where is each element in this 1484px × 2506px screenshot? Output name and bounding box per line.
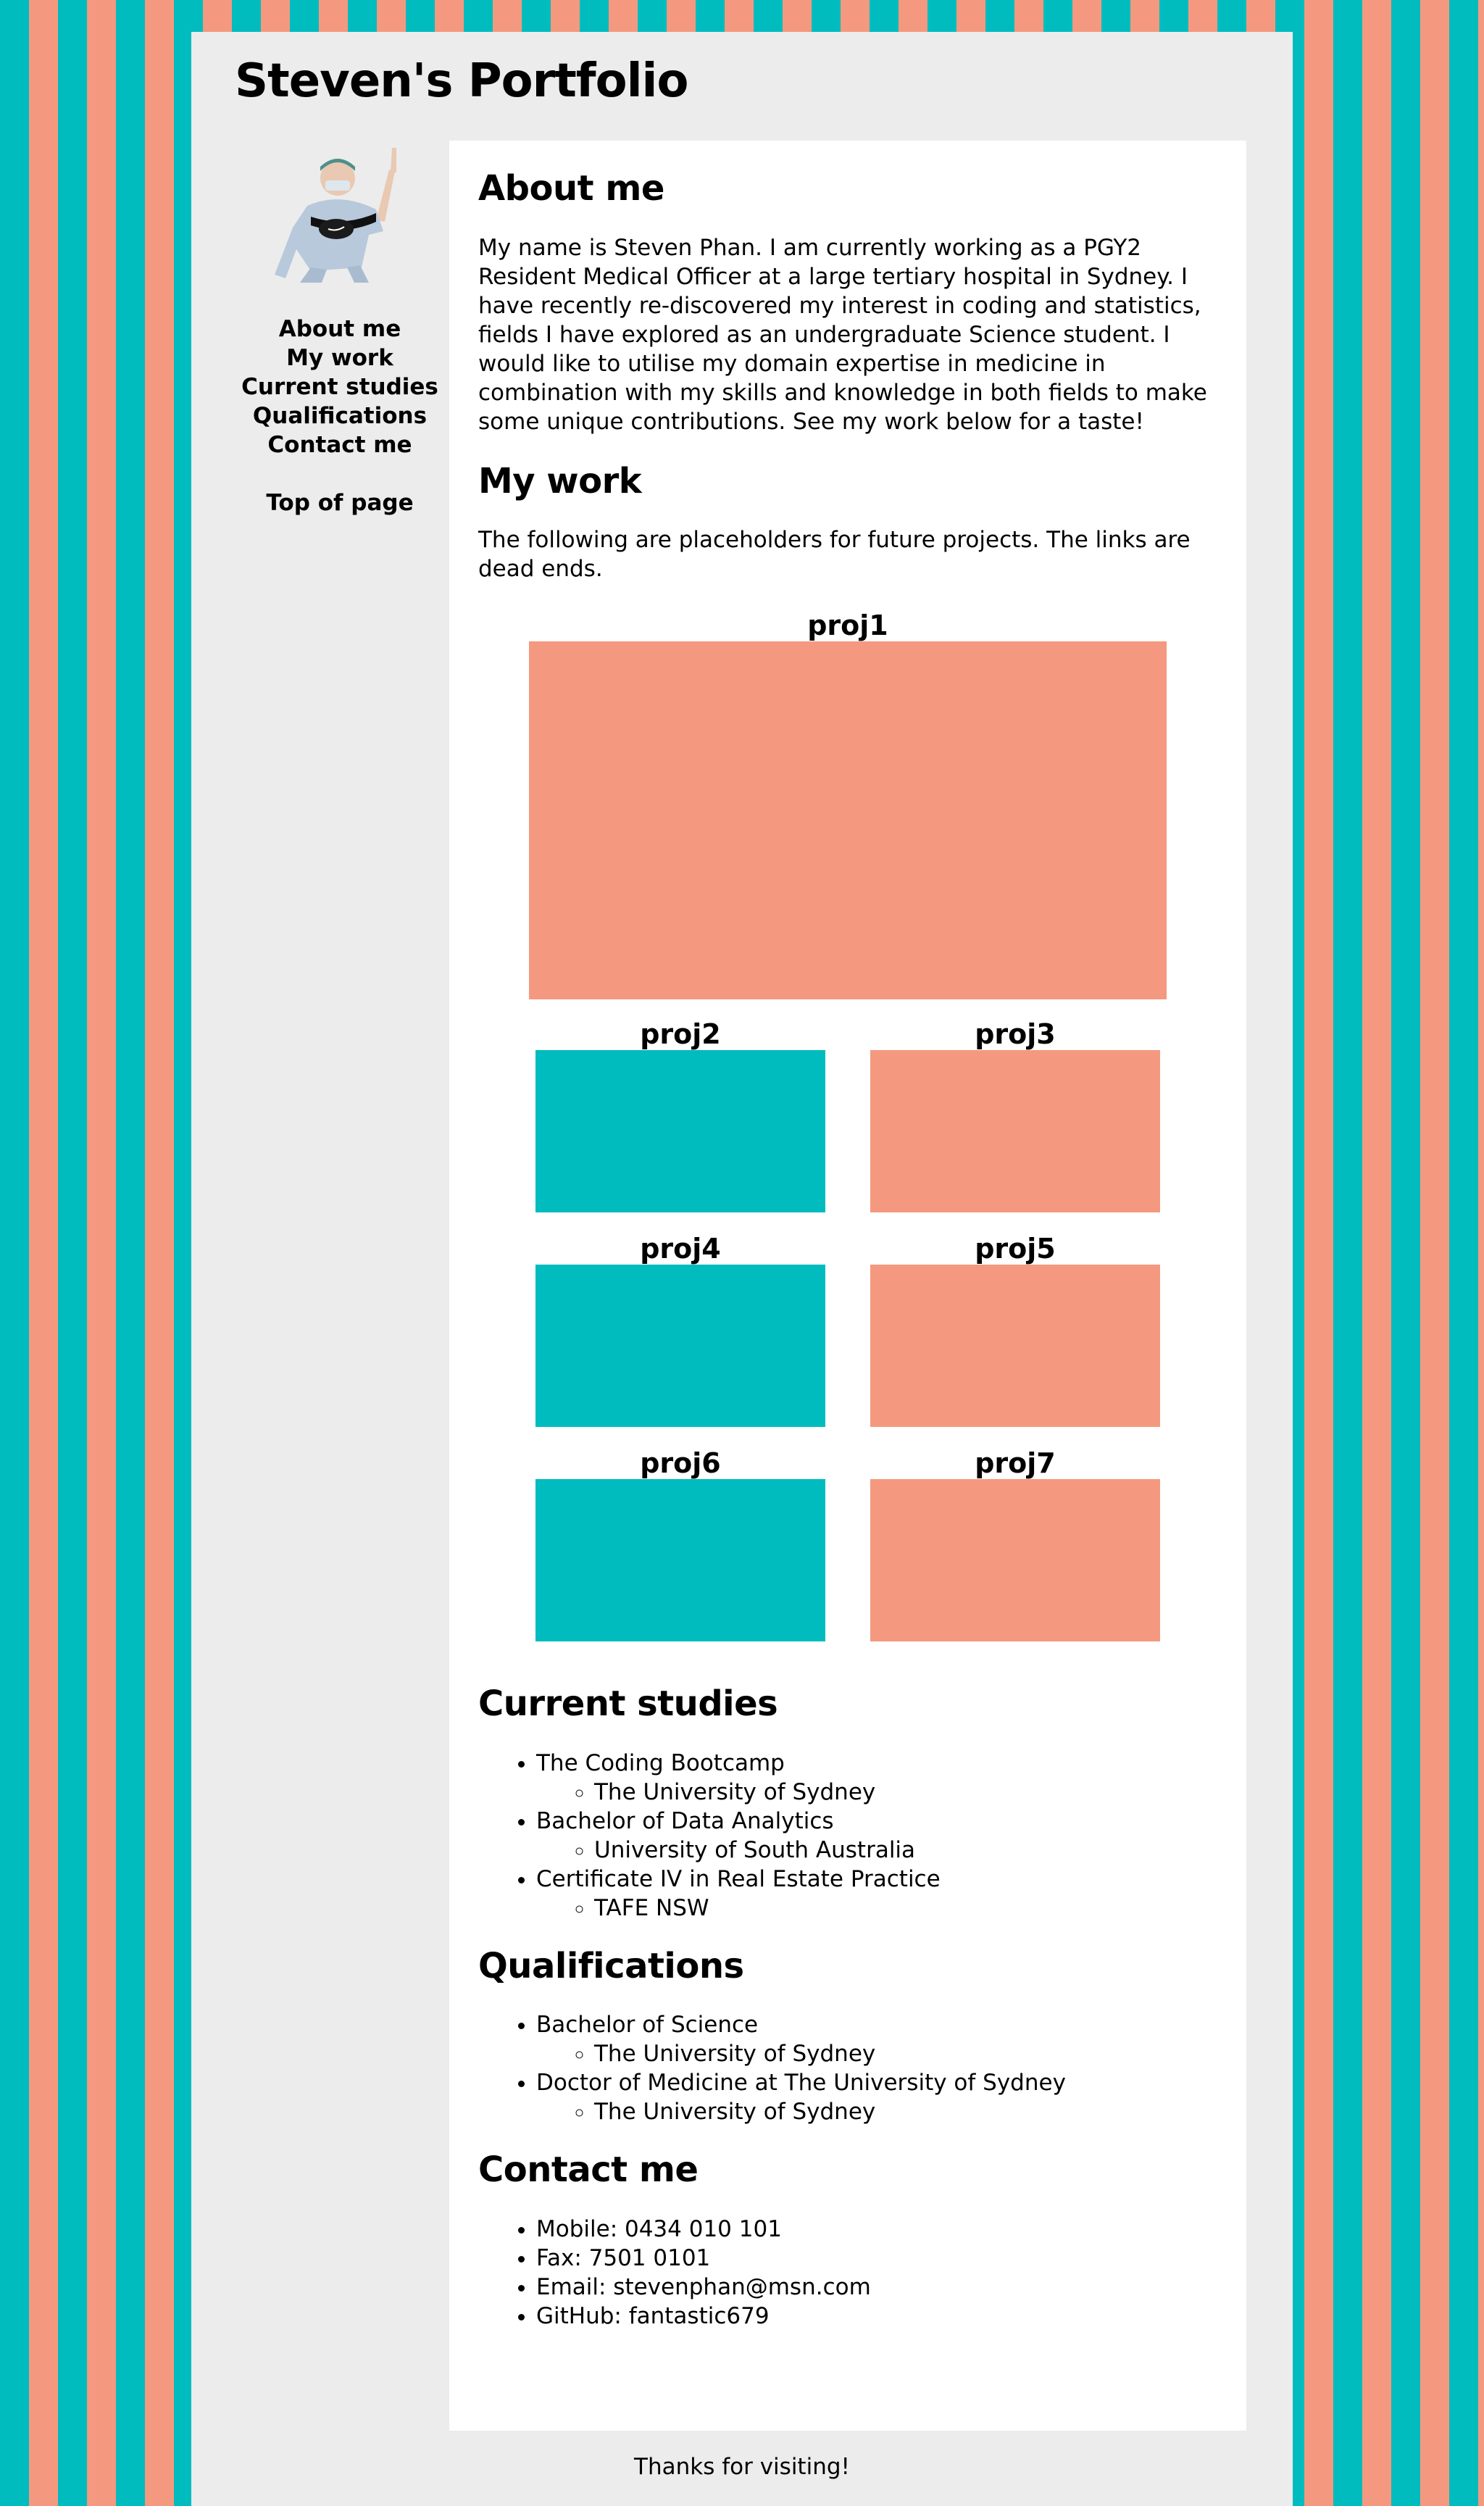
contact-github: GitHub: fantastic679 [536, 2302, 1217, 2331]
project-link-5[interactable] [870, 1265, 1160, 1428]
project-card-2: proj2 [535, 1018, 825, 1213]
project-row: proj6 proj7 [478, 1447, 1217, 1642]
nav-link-top-of-page[interactable]: Top of page [235, 488, 445, 517]
project-link-4[interactable] [535, 1265, 825, 1428]
contact-heading: Contact me [478, 2149, 699, 2191]
qualifications-section: Qualifications Bachelor of Science The U… [478, 1946, 1217, 2127]
project-card-6: proj6 [535, 1447, 825, 1642]
list-subitem: TAFE NSW [594, 1894, 1217, 1923]
sidebar: About me My work Current studies Qualifi… [235, 141, 445, 517]
page-container: Steven's Portfolio About me My work Curr… [191, 32, 1293, 2506]
site-title: Steven's Portfolio [235, 54, 688, 108]
work-intro: The following are placeholders for futur… [478, 527, 1191, 583]
project-title: proj7 [975, 1447, 1056, 1480]
work-section: My work The following are placeholders f… [478, 461, 1217, 1642]
list-item: Certificate IV in Real Estate Practice T… [536, 1865, 1217, 1923]
list-subitem: The University of Sydney [594, 1778, 1217, 1807]
studies-heading: Current studies [478, 1683, 778, 1725]
list-item: The Coding Bootcamp The University of Sy… [536, 1749, 1217, 1807]
studies-list: The Coding Bootcamp The University of Sy… [478, 1749, 1217, 1923]
studies-section: Current studies The Coding Bootcamp The … [478, 1683, 1217, 1923]
project-row: proj2 proj3 [478, 1018, 1217, 1213]
contact-section: Contact me Mobile: 0434 010 101 Fax: 750… [478, 2149, 1217, 2331]
project-card-1: proj1 [478, 609, 1217, 1000]
main-content: About me My name is Steven Phan. I am cu… [449, 141, 1246, 2431]
list-subitem: The University of Sydney [594, 2039, 1217, 2068]
qualifications-heading: Qualifications [478, 1945, 744, 1986]
project-title: proj6 [640, 1447, 721, 1480]
project-title: proj2 [640, 1018, 721, 1051]
nav-link-current-studies[interactable]: Current studies [235, 372, 445, 401]
project-card-7: proj7 [870, 1447, 1160, 1642]
work-heading: My work [478, 460, 642, 501]
qualifications-list: Bachelor of Science The University of Sy… [478, 2010, 1217, 2126]
about-text: My name is Steven Phan. I am currently w… [478, 234, 1207, 435]
contact-fax: Fax: 7501 0101 [536, 2244, 1217, 2273]
project-title: proj4 [640, 1233, 721, 1265]
project-card-5: proj5 [870, 1233, 1160, 1428]
main-nav: About me My work Current studies Qualifi… [235, 315, 445, 517]
list-item: Bachelor of Science The University of Sy… [536, 2010, 1217, 2068]
project-title: proj3 [975, 1018, 1056, 1051]
project-link-2[interactable] [535, 1050, 825, 1213]
project-link-1[interactable] [529, 641, 1167, 1000]
nav-link-contact-me[interactable]: Contact me [235, 430, 445, 459]
project-link-7[interactable] [870, 1479, 1160, 1642]
about-heading: About me [478, 168, 664, 209]
project-card-4: proj4 [535, 1233, 825, 1428]
project-row: proj4 proj5 [478, 1233, 1217, 1428]
project-title: proj1 [807, 609, 888, 642]
nav-link-my-work[interactable]: My work [235, 344, 445, 372]
project-title: proj5 [975, 1233, 1056, 1265]
list-item: Doctor of Medicine at The University of … [536, 2068, 1217, 2126]
list-subitem: The University of Sydney [594, 2097, 1217, 2126]
contact-email: Email: stevenphan@msn.com [536, 2273, 1217, 2302]
list-item: Bachelor of Data Analytics University of… [536, 1807, 1217, 1865]
project-link-3[interactable] [870, 1050, 1160, 1213]
nav-link-qualifications[interactable]: Qualifications [235, 401, 445, 430]
contact-list: Mobile: 0434 010 101 Fax: 7501 0101 Emai… [478, 2215, 1217, 2331]
footer-text: Thanks for visiting! [634, 2454, 850, 2480]
project-link-6[interactable] [535, 1479, 825, 1642]
contact-mobile: Mobile: 0434 010 101 [536, 2215, 1217, 2244]
about-section: About me My name is Steven Phan. I am cu… [478, 168, 1217, 436]
profile-photo [275, 148, 396, 283]
nav-link-about-me[interactable]: About me [235, 315, 445, 344]
list-subitem: University of South Australia [594, 1836, 1217, 1865]
project-card-3: proj3 [870, 1018, 1160, 1213]
